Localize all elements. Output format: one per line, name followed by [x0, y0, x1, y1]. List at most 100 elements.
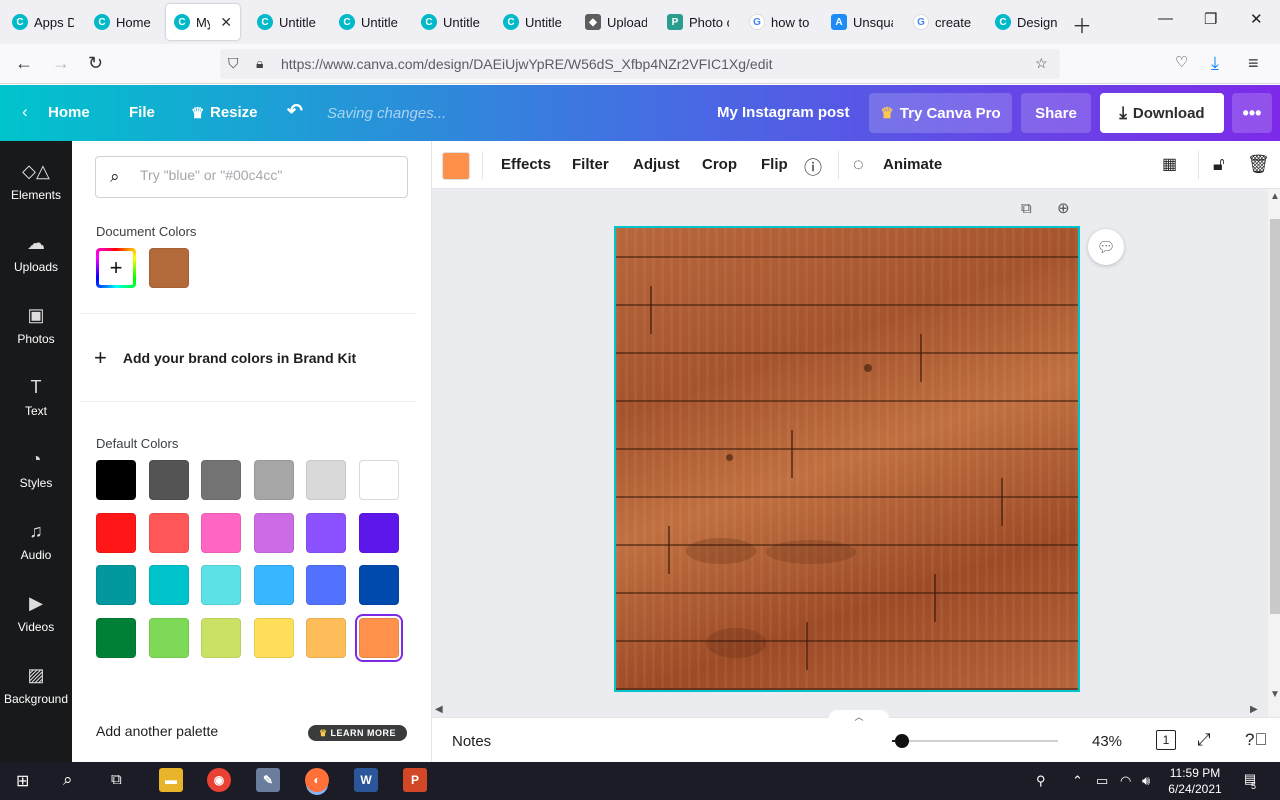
browser-tab[interactable]: C My I ✕: [166, 4, 240, 40]
task-view-icon[interactable]: ⧉: [111, 771, 122, 788]
address-bar[interactable]: ⛉ 🔒︎ https://www.canva.com/design/DAEiUj…: [220, 49, 1060, 79]
scroll-down-arrow[interactable]: ▼: [1270, 689, 1280, 700]
resize-button[interactable]: Resize: [210, 104, 258, 121]
chrome-icon[interactable]: ◉: [207, 768, 231, 792]
rail-item-elements[interactable]: ◇△ Elements: [0, 145, 72, 217]
restore-button[interactable]: ❐: [1204, 10, 1217, 28]
default-color-swatch[interactable]: [96, 512, 136, 553]
wood-image-design[interactable]: [614, 226, 1080, 692]
reload-icon[interactable]: ↻: [88, 53, 103, 74]
rail-item-videos[interactable]: ▶ Videos: [0, 577, 72, 649]
default-color-swatch[interactable]: [148, 512, 189, 553]
design-title[interactable]: My Instagram post: [717, 104, 850, 121]
default-color-swatch[interactable]: [201, 460, 242, 500]
effects-button[interactable]: Effects: [501, 156, 551, 173]
file-menu[interactable]: File: [129, 104, 155, 121]
animate-icon[interactable]: ◌: [853, 154, 864, 175]
default-color-swatch[interactable]: [148, 565, 189, 605]
scroll-left-arrow[interactable]: ◀: [435, 704, 443, 715]
add-page-icon[interactable]: ⊕: [1057, 199, 1070, 217]
try-canva-pro-button[interactable]: ♛ Try Canva Pro: [869, 93, 1012, 133]
word-icon[interactable]: W: [354, 768, 378, 792]
zoom-slider[interactable]: [892, 734, 1058, 748]
default-color-swatch[interactable]: [201, 617, 242, 658]
transparency-icon[interactable]: ▦: [1162, 154, 1177, 174]
default-color-swatch[interactable]: [359, 617, 399, 658]
default-color-swatch[interactable]: [253, 617, 294, 658]
rail-item-photos[interactable]: ▣ Photos: [0, 289, 72, 361]
expand-pages-handle[interactable]: ︿: [829, 710, 889, 722]
trash-icon[interactable]: 🗑︎: [1247, 154, 1270, 175]
menu-icon[interactable]: ≡: [1248, 53, 1259, 74]
default-color-swatch[interactable]: [253, 565, 294, 605]
pocket-icon[interactable]: ♡: [1175, 53, 1188, 71]
learn-more-badge[interactable]: ♛ LEARN MORE: [308, 725, 407, 741]
browser-tab[interactable]: C Untitle: [249, 4, 327, 40]
add-another-palette[interactable]: Add another palette: [96, 723, 218, 739]
browser-tab[interactable]: A Unsqua: [823, 4, 901, 40]
close-tab-icon[interactable]: ✕: [220, 14, 232, 31]
browser-tab[interactable]: C Untitle: [495, 4, 573, 40]
browser-tab[interactable]: ◆ Upload: [577, 4, 655, 40]
scroll-right-arrow[interactable]: ▶: [1250, 704, 1258, 715]
bookmark-star-icon[interactable]: ☆: [1035, 55, 1048, 72]
forward-icon[interactable]: →: [52, 53, 70, 74]
default-color-swatch[interactable]: [201, 565, 242, 605]
scrollbar-thumb[interactable]: [1270, 219, 1280, 614]
chevron-up-icon[interactable]: ⌃: [1072, 773, 1083, 789]
notes-button[interactable]: Notes: [452, 733, 491, 750]
wifi-icon[interactable]: ◠: [1120, 773, 1131, 789]
browser-tab[interactable]: Gcreate a: [905, 4, 983, 40]
default-color-swatch[interactable]: [96, 460, 136, 500]
add-comment-button[interactable]: 💬︎: [1088, 229, 1124, 265]
rail-item-uploads[interactable]: ☁ Uploads: [0, 217, 72, 289]
download-button[interactable]: ⤓ Download: [1100, 93, 1224, 133]
home-button[interactable]: Home: [48, 104, 90, 121]
default-color-swatch[interactable]: [253, 512, 294, 553]
default-color-swatch[interactable]: [359, 460, 399, 500]
downloads-icon[interactable]: ⤓: [1211, 53, 1219, 74]
document-color-swatch[interactable]: [149, 248, 189, 288]
default-color-swatch[interactable]: [306, 617, 347, 658]
default-color-swatch[interactable]: [359, 565, 399, 605]
default-color-swatch[interactable]: [96, 565, 136, 605]
default-color-swatch[interactable]: [148, 617, 189, 658]
more-options-button[interactable]: •••: [1232, 93, 1272, 133]
browser-tab[interactable]: C Home: [86, 4, 164, 40]
color-search[interactable]: ⌕: [95, 156, 408, 198]
default-color-swatch[interactable]: [306, 512, 347, 553]
shield-icon[interactable]: ⛉: [228, 55, 239, 72]
system-clock[interactable]: 11:59 PM 6/24/2021: [1160, 765, 1230, 797]
battery-icon[interactable]: ▭: [1096, 773, 1108, 789]
windows-start-icon[interactable]: ⊞: [16, 771, 29, 791]
help-icon[interactable]: ?⃝: [1245, 730, 1267, 750]
lock-icon[interactable]: 🔒︎: [256, 55, 263, 72]
volume-icon[interactable]: 🔊︎: [1142, 773, 1150, 789]
default-color-swatch[interactable]: [148, 460, 189, 500]
default-color-swatch[interactable]: [201, 512, 242, 553]
back-icon[interactable]: ←: [15, 53, 33, 74]
notifications-button[interactable]: ▤ 5: [1240, 771, 1260, 791]
file-explorer-icon[interactable]: ▬: [159, 768, 183, 792]
duplicate-page-icon[interactable]: ⧉: [1021, 200, 1032, 217]
rail-item-text[interactable]: T Text: [0, 361, 72, 433]
firefox-icon[interactable]: ◐: [305, 768, 329, 792]
adjust-button[interactable]: Adjust: [633, 156, 680, 173]
color-search-input[interactable]: [140, 167, 390, 183]
browser-tab[interactable]: C Design: [987, 4, 1065, 40]
brand-kit-link[interactable]: + Add your brand colors in Brand Kit: [94, 345, 356, 371]
close-window-button[interactable]: ✕: [1250, 10, 1263, 28]
minimize-button[interactable]: —: [1158, 10, 1173, 27]
default-color-swatch[interactable]: [306, 460, 347, 500]
browser-tab[interactable]: P Photo c: [659, 4, 737, 40]
zoom-slider-knob[interactable]: [895, 734, 909, 748]
browser-tab[interactable]: C Apps D: [4, 4, 82, 40]
info-icon[interactable]: ⓘ: [804, 154, 822, 180]
share-button[interactable]: Share: [1021, 93, 1091, 133]
crown-icon[interactable]: ♛: [191, 104, 204, 122]
chevron-left-icon[interactable]: ‹: [22, 102, 28, 122]
new-tab-button[interactable]: ＋: [1072, 10, 1092, 39]
flip-button[interactable]: Flip: [761, 156, 788, 173]
url-text[interactable]: https://www.canva.com/design/DAEiUjwYpRE…: [281, 56, 773, 72]
search-icon[interactable]: ⌕: [63, 770, 73, 790]
